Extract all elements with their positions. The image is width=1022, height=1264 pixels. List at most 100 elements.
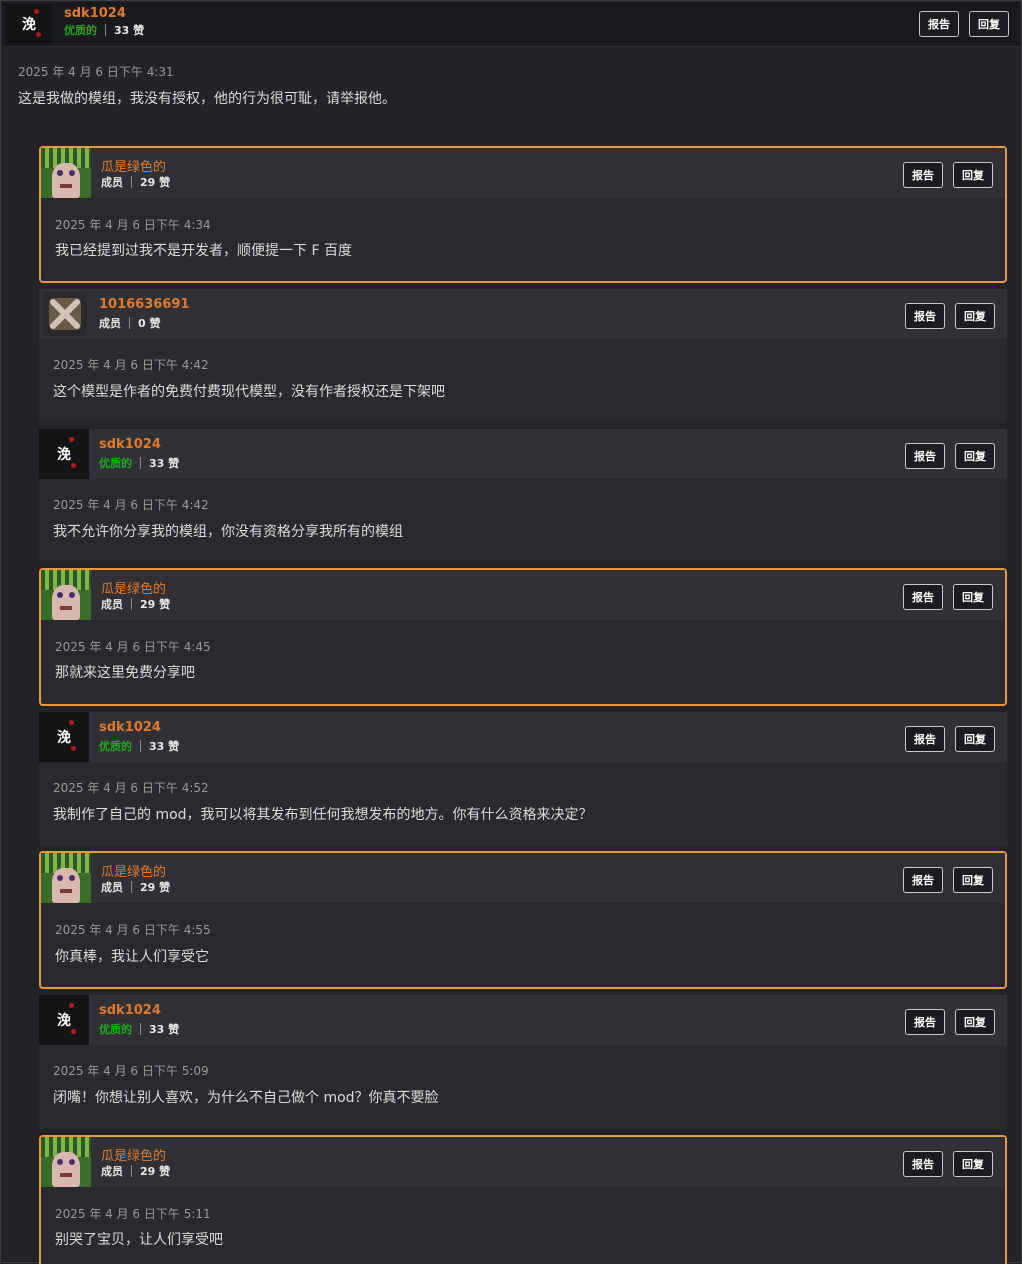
- reply-card: 瓜是绿色的 成员 29 赞 报告 回复 2025 年 4 月 6 日下午 4:34…: [39, 146, 1007, 283]
- reply-text: 我不允许你分享我的模组，你没有资格分享我所有的模组: [53, 524, 403, 540]
- meta-separator: [131, 176, 132, 188]
- reply-date: 2025 年 4 月 6 日下午 5:09: [53, 1064, 209, 1078]
- reply-username[interactable]: 瓜是绿色的: [101, 578, 166, 597]
- melon-avatar-icon[interactable]: [41, 148, 91, 198]
- reply-text: 这个模型是作者的免费付费现代模型，没有作者授权还是下架吧: [53, 384, 445, 400]
- reply-role: 成员: [101, 881, 123, 894]
- reply-username[interactable]: 瓜是绿色的: [101, 861, 166, 880]
- reply-meta: 优质的 33 赞: [99, 738, 179, 754]
- report-button[interactable]: 报告: [903, 1151, 943, 1177]
- user-role: 优质的: [64, 24, 97, 37]
- report-button[interactable]: 报告: [903, 584, 943, 610]
- meta-separator: [131, 1165, 132, 1177]
- reply-username[interactable]: 瓜是绿色的: [101, 156, 166, 175]
- reply-header: [39, 995, 1007, 1045]
- reply-button[interactable]: 回复: [955, 1009, 995, 1035]
- reply-role: 成员: [101, 1165, 123, 1178]
- reply-text: 我已经提到过我不是开发者，顺便提一下 F 百度: [55, 243, 352, 259]
- reply-card: 瓜是绿色的 成员 29 赞 报告 回复 2025 年 4 月 6 日下午 4:55…: [39, 851, 1007, 989]
- reply-date: 2025 年 4 月 6 日下午 4:45: [55, 640, 211, 654]
- reply-card: 浼 sdk1024 优质的 33 赞 报告 回复 2025 年 4 月 6 日下午…: [39, 429, 1007, 563]
- cross-avatar-icon[interactable]: [43, 292, 87, 336]
- reply-button[interactable]: 回复: [955, 303, 995, 329]
- melon-avatar-icon[interactable]: [41, 853, 91, 903]
- user-meta: 优质的 33 赞: [64, 22, 144, 38]
- reply-button[interactable]: 回复: [955, 443, 995, 469]
- meta-separator: [131, 598, 132, 610]
- reply-likes: 29 赞: [140, 598, 171, 611]
- melon-avatar-icon[interactable]: [41, 1137, 91, 1187]
- reply-button[interactable]: 回复: [969, 11, 1009, 37]
- reply-card: 浼 sdk1024 优质的 33 赞 报告 回复 2025 年 4 月 6 日下午…: [39, 995, 1007, 1129]
- reply-date: 2025 年 4 月 6 日下午 4:42: [53, 498, 209, 512]
- report-button[interactable]: 报告: [905, 443, 945, 469]
- reply-meta: 成员 0 赞: [99, 315, 160, 331]
- report-button[interactable]: 报告: [905, 1009, 945, 1035]
- sdk-avatar-icon[interactable]: 浼: [39, 712, 89, 762]
- reply-text: 闭嘴！你想让别人喜欢，为什么不自己做个 mod？你真不要脸: [53, 1090, 439, 1106]
- sdk-avatar-icon[interactable]: 浼: [6, 4, 52, 44]
- reply-likes: 29 赞: [140, 1165, 171, 1178]
- meta-separator: [140, 740, 141, 752]
- reply-date: 2025 年 4 月 6 日下午 5:11: [55, 1207, 211, 1221]
- reply-card: 瓜是绿色的 成员 29 赞 报告 回复 2025 年 4 月 6 日下午 4:45…: [39, 568, 1007, 706]
- reply-button[interactable]: 回复: [953, 162, 993, 188]
- reply-card: 浼 sdk1024 优质的 33 赞 报告 回复 2025 年 4 月 6 日下午…: [39, 712, 1007, 846]
- reply-text: 你真棒，我让人们享受它: [55, 949, 209, 965]
- reply-button[interactable]: 回复: [953, 584, 993, 610]
- reply-likes: 29 赞: [140, 881, 171, 894]
- reply-header: [39, 429, 1007, 479]
- sdk-avatar-icon[interactable]: 浼: [39, 429, 89, 479]
- melon-avatar-icon[interactable]: [41, 570, 91, 620]
- report-button[interactable]: 报告: [905, 726, 945, 752]
- meta-separator: [140, 457, 141, 469]
- reply-meta: 成员 29 赞: [101, 174, 170, 190]
- reply-likes: 0 赞: [138, 317, 161, 330]
- reply-username[interactable]: sdk1024: [99, 1003, 161, 1018]
- reply-text: 我制作了自己的 mod，我可以将其发布到任何我想发布的地方。你有什么资格来决定？: [53, 807, 593, 823]
- reply-text: 别哭了宝贝，让人们享受吧: [55, 1232, 223, 1248]
- username[interactable]: sdk1024: [64, 6, 126, 21]
- reply-likes: 33 赞: [149, 1023, 180, 1036]
- reply-header: [41, 570, 1005, 620]
- reply-button[interactable]: 回复: [953, 867, 993, 893]
- reply-role: 成员: [99, 317, 121, 330]
- reply-role: 优质的: [99, 1023, 132, 1036]
- reply-header: [41, 853, 1005, 903]
- top-post-header: 浼 sdk1024 优质的 33 赞 报告 回复: [2, 2, 1020, 47]
- reply-likes: 33 赞: [149, 740, 180, 753]
- reply-role: 成员: [101, 176, 123, 189]
- reply-header: [41, 1137, 1005, 1187]
- reply-date: 2025 年 4 月 6 日下午 4:34: [55, 218, 211, 232]
- reply-username[interactable]: sdk1024: [99, 720, 161, 735]
- reply-card: 1016636691 成员 0 赞 报告 回复 2025 年 4 月 6 日下午 …: [39, 289, 1007, 423]
- post-date: 2025 年 4 月 6 日下午 4:31: [18, 65, 174, 79]
- reply-username[interactable]: 瓜是绿色的: [101, 1145, 166, 1164]
- reply-text: 那就来这里免费分享吧: [55, 665, 195, 681]
- meta-separator: [105, 24, 106, 36]
- reply-button[interactable]: 回复: [953, 1151, 993, 1177]
- reply-date: 2025 年 4 月 6 日下午 4:55: [55, 923, 211, 937]
- report-button[interactable]: 报告: [905, 303, 945, 329]
- sdk-avatar-icon[interactable]: 浼: [39, 995, 89, 1045]
- reply-header: [39, 712, 1007, 762]
- meta-separator: [131, 881, 132, 893]
- report-button[interactable]: 报告: [919, 11, 959, 37]
- reply-username[interactable]: sdk1024: [99, 437, 161, 452]
- reply-date: 2025 年 4 月 6 日下午 4:52: [53, 781, 209, 795]
- reply-role: 成员: [101, 598, 123, 611]
- meta-separator: [129, 317, 130, 329]
- report-button[interactable]: 报告: [903, 162, 943, 188]
- report-button[interactable]: 报告: [903, 867, 943, 893]
- reply-meta: 成员 29 赞: [101, 879, 170, 895]
- reply-role: 优质的: [99, 457, 132, 470]
- reply-username[interactable]: 1016636691: [99, 297, 189, 312]
- reply-likes: 33 赞: [149, 457, 180, 470]
- meta-separator: [140, 1023, 141, 1035]
- reply-button[interactable]: 回复: [955, 726, 995, 752]
- reply-likes: 29 赞: [140, 176, 171, 189]
- reply-meta: 成员 29 赞: [101, 596, 170, 612]
- reply-meta: 成员 29 赞: [101, 1163, 170, 1179]
- reply-card: 瓜是绿色的 成员 29 赞 报告 回复 2025 年 4 月 6 日下午 5:11…: [39, 1135, 1007, 1264]
- post-text: 这是我做的模组，我没有授权，他的行为很可耻，请举报他。: [18, 91, 396, 107]
